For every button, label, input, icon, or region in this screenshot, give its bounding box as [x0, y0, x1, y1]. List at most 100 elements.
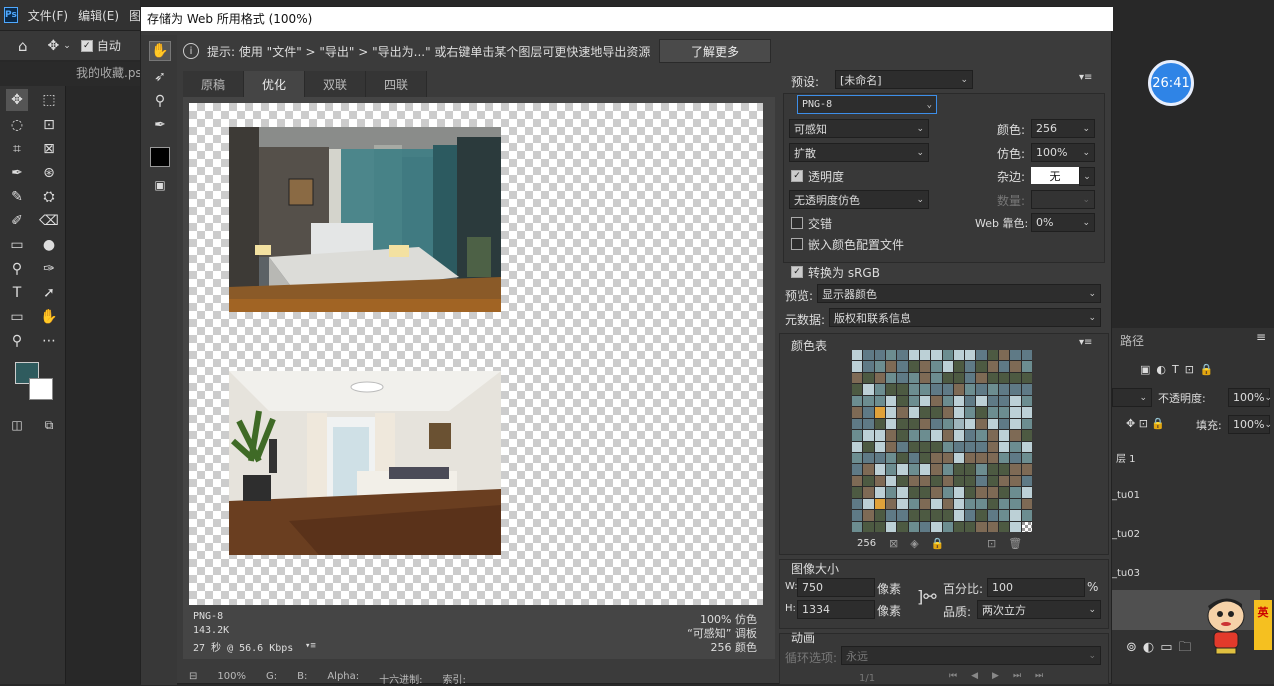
palette-swatch[interactable]	[885, 418, 897, 430]
palette-swatch[interactable]	[987, 418, 999, 430]
palette-swatch[interactable]	[885, 487, 897, 498]
menu-edit[interactable]: 编辑(E)	[78, 7, 119, 24]
palette-swatch[interactable]	[1010, 418, 1021, 430]
loop-select[interactable]: 永远 ⌄	[841, 646, 1101, 665]
palette-swatch[interactable]	[863, 475, 874, 487]
palette-swatch[interactable]	[1010, 395, 1021, 407]
palette-swatch[interactable]	[953, 510, 965, 521]
palette-swatch[interactable]	[908, 487, 919, 498]
constrain-proportions-icon[interactable]: ]⚯	[917, 587, 937, 606]
palette-swatch[interactable]	[942, 395, 953, 407]
eyedropper-icon[interactable]: ✒	[6, 162, 28, 184]
palette-swatch[interactable]	[987, 475, 999, 487]
palette-swatch[interactable]	[897, 418, 908, 430]
palette-swatch[interactable]	[863, 384, 874, 395]
screen-mode-icon[interactable]: ⧉	[38, 414, 60, 436]
palette-swatch[interactable]	[999, 407, 1010, 418]
healing-tool-icon[interactable]: ⊛	[38, 162, 60, 184]
palette-swatch[interactable]	[965, 430, 976, 441]
blend-mode-select[interactable]: ⌄	[1112, 388, 1152, 407]
palette-swatch[interactable]	[919, 361, 931, 372]
palette-swatch[interactable]	[987, 350, 999, 361]
palette-swatch[interactable]	[908, 452, 919, 464]
palette-swatch[interactable]	[852, 452, 863, 464]
color-palette-grid[interactable]	[852, 350, 1032, 532]
toggle-slices-icon[interactable]: ▣	[149, 175, 171, 195]
palette-swatch[interactable]	[953, 464, 965, 475]
palette-swatch[interactable]	[999, 384, 1010, 395]
palette-swatch[interactable]	[897, 361, 908, 372]
palette-swatch[interactable]	[852, 475, 863, 487]
palette-swatch[interactable]	[1021, 361, 1032, 372]
palette-swatch[interactable]	[976, 407, 987, 418]
palette-swatch[interactable]	[976, 452, 987, 464]
tab-paths[interactable]: 路径	[1120, 332, 1144, 349]
palette-swatch[interactable]	[852, 521, 863, 532]
palette-swatch[interactable]	[942, 510, 953, 521]
palette-swatch[interactable]	[897, 372, 908, 384]
palette-swatch[interactable]	[931, 452, 942, 464]
palette-swatch[interactable]	[931, 510, 942, 521]
palette-swatch[interactable]	[863, 452, 874, 464]
amount-field[interactable]: ⌄	[1031, 190, 1095, 209]
palette-swatch[interactable]	[919, 395, 931, 407]
palette-swatch[interactable]	[885, 430, 897, 441]
tab-2-up[interactable]: 双联	[305, 71, 367, 97]
palette-swatch[interactable]	[987, 510, 999, 521]
palette-swatch[interactable]	[942, 384, 953, 395]
palette-swatch[interactable]	[953, 372, 965, 384]
palette-swatch[interactable]	[852, 407, 863, 418]
palette-swatch[interactable]	[908, 510, 919, 521]
palette-swatch[interactable]	[885, 372, 897, 384]
palette-swatch[interactable]	[919, 510, 931, 521]
palette-swatch[interactable]	[965, 452, 976, 464]
preview-select[interactable]: 显示器颜色 ⌄	[817, 284, 1101, 303]
palette-swatch[interactable]	[953, 475, 965, 487]
palette-swatch[interactable]	[1021, 441, 1032, 452]
quality-select[interactable]: 两次立方 ⌄	[977, 600, 1101, 619]
palette-swatch[interactable]	[919, 441, 931, 452]
palette-swatch[interactable]	[885, 407, 897, 418]
color-table-actions-icons[interactable]: ⊠◈🔒	[889, 537, 956, 550]
palette-swatch[interactable]	[1010, 475, 1021, 487]
palette-swatch[interactable]	[942, 430, 953, 441]
palette-swatch[interactable]	[852, 464, 863, 475]
palette-swatch[interactable]	[987, 372, 999, 384]
palette-swatch[interactable]	[919, 407, 931, 418]
palette-swatch[interactable]	[976, 498, 987, 510]
palette-swatch[interactable]	[874, 498, 885, 510]
palette-swatch[interactable]	[953, 487, 965, 498]
history-brush-icon[interactable]: ✐	[6, 210, 28, 232]
palette-swatch[interactable]	[874, 452, 885, 464]
palette-swatch[interactable]	[919, 498, 931, 510]
palette-swatch[interactable]	[953, 430, 965, 441]
palette-swatch[interactable]	[953, 395, 965, 407]
layer-actions-icons[interactable]: ⊚◐▭🗀	[1126, 638, 1198, 660]
palette-swatch[interactable]	[885, 498, 897, 510]
palette-swatch[interactable]	[1021, 464, 1032, 475]
palette-swatch[interactable]	[919, 487, 931, 498]
palette-swatch[interactable]	[908, 521, 919, 532]
interlaced-checkbox[interactable]	[791, 217, 803, 229]
palette-swatch[interactable]	[999, 475, 1010, 487]
palette-swatch[interactable]	[885, 475, 897, 487]
palette-swatch[interactable]	[885, 452, 897, 464]
layer-row[interactable]: 层 1	[1116, 450, 1136, 465]
palette-swatch[interactable]	[874, 395, 885, 407]
chevron-down-icon[interactable]: ⌄	[63, 41, 71, 51]
palette-swatch[interactable]	[931, 475, 942, 487]
web-snap-field[interactable]: 0% ⌄	[1031, 213, 1095, 232]
palette-swatch[interactable]	[976, 441, 987, 452]
palette-swatch[interactable]	[1021, 395, 1032, 407]
palette-swatch[interactable]	[976, 384, 987, 395]
crop-tool-icon[interactable]: ⌗	[6, 138, 28, 160]
palette-swatch[interactable]	[942, 521, 953, 532]
palette-swatch[interactable]	[976, 521, 987, 532]
palette-swatch[interactable]	[874, 430, 885, 441]
palette-swatch[interactable]	[987, 441, 999, 452]
palette-swatch[interactable]	[908, 407, 919, 418]
layer-row[interactable]: _tu03	[1112, 568, 1140, 579]
palette-swatch[interactable]	[1021, 487, 1032, 498]
palette-swatch[interactable]	[874, 372, 885, 384]
palette-swatch[interactable]	[965, 361, 976, 372]
